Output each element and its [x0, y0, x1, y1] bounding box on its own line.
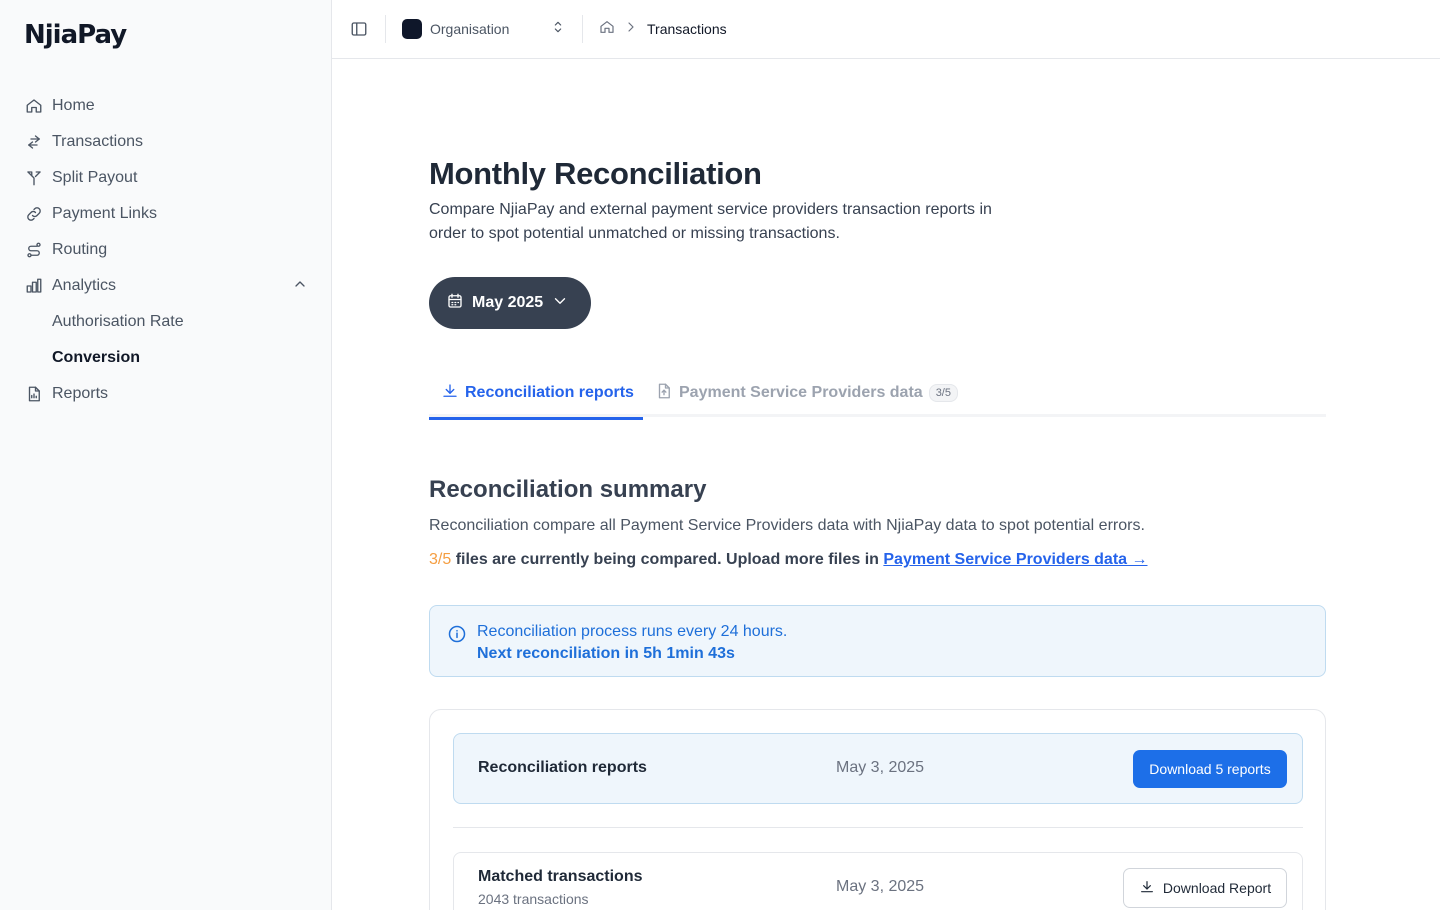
- sidebar-item-split-payout[interactable]: Split Payout: [16, 160, 316, 196]
- sidebar-nav: Home Transactions Split Payout Payment L…: [16, 88, 316, 412]
- report-row: Matched transactions 2043 transactions M…: [453, 852, 1303, 910]
- report-date: May 3, 2025: [836, 878, 925, 895]
- file-upload-icon: [655, 382, 679, 405]
- sidebar-item-label: Payment Links: [52, 205, 157, 222]
- route-icon: [24, 240, 44, 260]
- report-date: May 3, 2025: [836, 759, 925, 776]
- month-selector-label: May 2025: [472, 294, 544, 311]
- organisation-label: Organisation: [430, 21, 510, 37]
- breadcrumb: Transactions: [599, 19, 727, 40]
- tab-reconciliation-reports[interactable]: Reconciliation reports: [429, 369, 643, 420]
- bar-chart-icon: [24, 276, 44, 296]
- sidebar-subitem-authorisation-rate[interactable]: Authorisation Rate: [16, 304, 316, 340]
- calendar-icon: [446, 292, 464, 315]
- page-description: Compare NjiaPay and external payment ser…: [429, 201, 992, 242]
- report-name: Reconciliation reports: [478, 759, 647, 776]
- divider: [582, 15, 583, 43]
- sidebar-item-home[interactable]: Home: [16, 88, 316, 124]
- sidebar-item-label: Home: [52, 97, 95, 114]
- sidebar-item-payment-links[interactable]: Payment Links: [16, 196, 316, 232]
- info-icon: [447, 624, 467, 649]
- summary-files-status: 3/5 files are currently being compared. …: [429, 551, 1148, 569]
- report-row: Reconciliation reports May 3, 2025 Downl…: [453, 733, 1303, 804]
- sidebar-item-routing[interactable]: Routing: [16, 232, 316, 268]
- home-icon[interactable]: [599, 19, 615, 40]
- sidebar-subitem-conversion[interactable]: Conversion: [16, 340, 316, 376]
- chevron-down-icon: [551, 292, 569, 315]
- report-name: Matched transactions: [478, 868, 643, 885]
- sidebar-item-label: Analytics: [52, 277, 117, 294]
- sidebar: NjiaPay Home Transactions Split Payout P…: [0, 0, 332, 910]
- tab-label: Payment Service Providers data: [679, 384, 923, 401]
- summary-title: Reconciliation summary: [429, 476, 707, 503]
- sidebar-item-label: Reports: [52, 385, 109, 402]
- sidebar-item-transactions[interactable]: Transactions: [16, 124, 316, 160]
- files-text: files are currently being compared. Uplo…: [451, 551, 884, 568]
- info-banner: Reconciliation process runs every 24 hou…: [429, 605, 1326, 677]
- chevron-right-icon: [623, 19, 639, 40]
- njiapay-logo[interactable]: NjiaPay: [24, 20, 127, 50]
- divider: [453, 827, 1303, 828]
- breadcrumb-current: Transactions: [647, 21, 727, 37]
- download-report-button[interactable]: Download Report: [1123, 868, 1287, 908]
- tab-payment-service-providers-data[interactable]: Payment Service Providers data 3/5: [655, 369, 958, 417]
- sidebar-subitem-label: Authorisation Rate: [52, 313, 184, 330]
- sidebar-subitem-label: Conversion: [52, 349, 141, 366]
- sidebar-item-label: Split Payout: [52, 169, 138, 186]
- arrows-exchange-icon: [24, 132, 44, 152]
- sidebar-toggle-icon[interactable]: [349, 19, 369, 39]
- split-icon: [24, 168, 44, 188]
- files-count: 3/5: [429, 551, 452, 568]
- sidebar-item-reports[interactable]: Reports: [16, 376, 316, 412]
- page-title: Monthly Reconciliation: [429, 156, 762, 191]
- reports-card: Reconciliation reports May 3, 2025 Downl…: [429, 709, 1326, 910]
- button-label: Download Report: [1162, 880, 1272, 896]
- organisation-avatar: [402, 19, 422, 39]
- chevron-up-down-icon: [550, 19, 566, 40]
- sidebar-item-label: Transactions: [52, 133, 143, 150]
- divider: [385, 15, 386, 43]
- tab-count-badge: 3/5: [928, 384, 958, 402]
- next-reconciliation-countdown: Next reconciliation in 5h 1min 43s: [477, 645, 735, 662]
- home-icon: [24, 96, 44, 116]
- month-selector-button[interactable]: May 2025: [429, 277, 591, 329]
- download-icon: [441, 382, 465, 405]
- sidebar-item-label: Routing: [52, 241, 108, 258]
- download-all-reports-button[interactable]: Download 5 reports: [1133, 750, 1287, 788]
- sidebar-item-analytics[interactable]: Analytics: [16, 268, 316, 304]
- report-file-icon: [24, 384, 44, 404]
- psp-data-link[interactable]: Payment Service Providers data →: [883, 551, 1147, 568]
- info-text: Reconciliation process runs every 24 hou…: [477, 623, 788, 640]
- download-icon: [1139, 879, 1163, 898]
- chevron-up-icon[interactable]: [292, 276, 308, 297]
- report-transaction-count: 2043 transactions: [478, 891, 589, 907]
- organisation-switcher[interactable]: Organisation: [402, 19, 566, 40]
- tabs: Reconciliation reports Payment Service P…: [429, 369, 1326, 420]
- summary-description: Reconciliation compare all Payment Servi…: [429, 517, 1145, 534]
- tab-label: Reconciliation reports: [465, 384, 634, 401]
- link-icon: [24, 204, 44, 224]
- topbar: Organisation Transactions: [332, 0, 1440, 59]
